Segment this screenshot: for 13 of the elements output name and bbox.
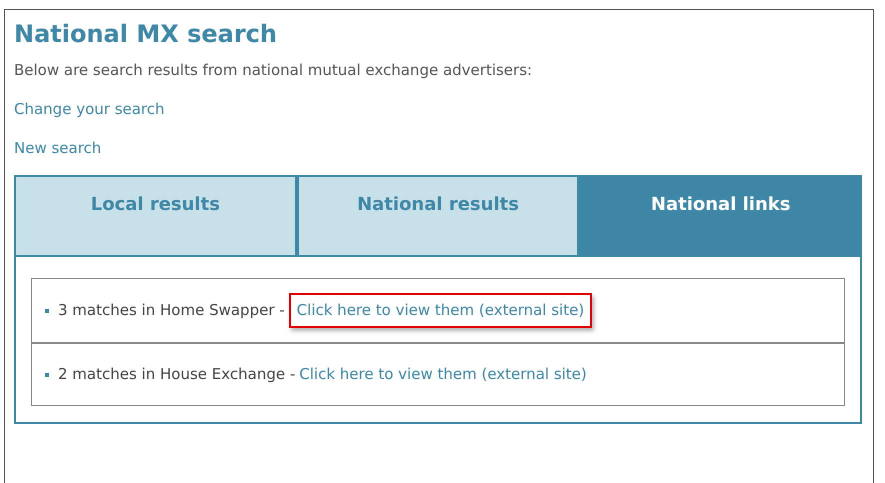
bullet-icon — [45, 372, 49, 376]
text-link[interactable]: Change your search — [14, 99, 165, 119]
result-text: 2 matches in House Exchange - — [58, 364, 296, 386]
tab[interactable]: Local results — [16, 177, 295, 255]
page-title: National MX search — [14, 19, 278, 50]
tab[interactable]: National results — [294, 177, 578, 255]
bullet-icon — [45, 308, 49, 312]
external-link[interactable]: Click here to view them (external site) — [299, 363, 587, 386]
external-link[interactable]: Click here to view them (external site) — [288, 293, 592, 328]
tab[interactable]: National links — [577, 177, 860, 255]
intro-text: Below are search results from national mutual exchange advertisers: — [14, 60, 534, 80]
text-link[interactable]: New search — [14, 138, 102, 158]
result-text: 3 matches in Home Swapper - — [58, 300, 285, 322]
